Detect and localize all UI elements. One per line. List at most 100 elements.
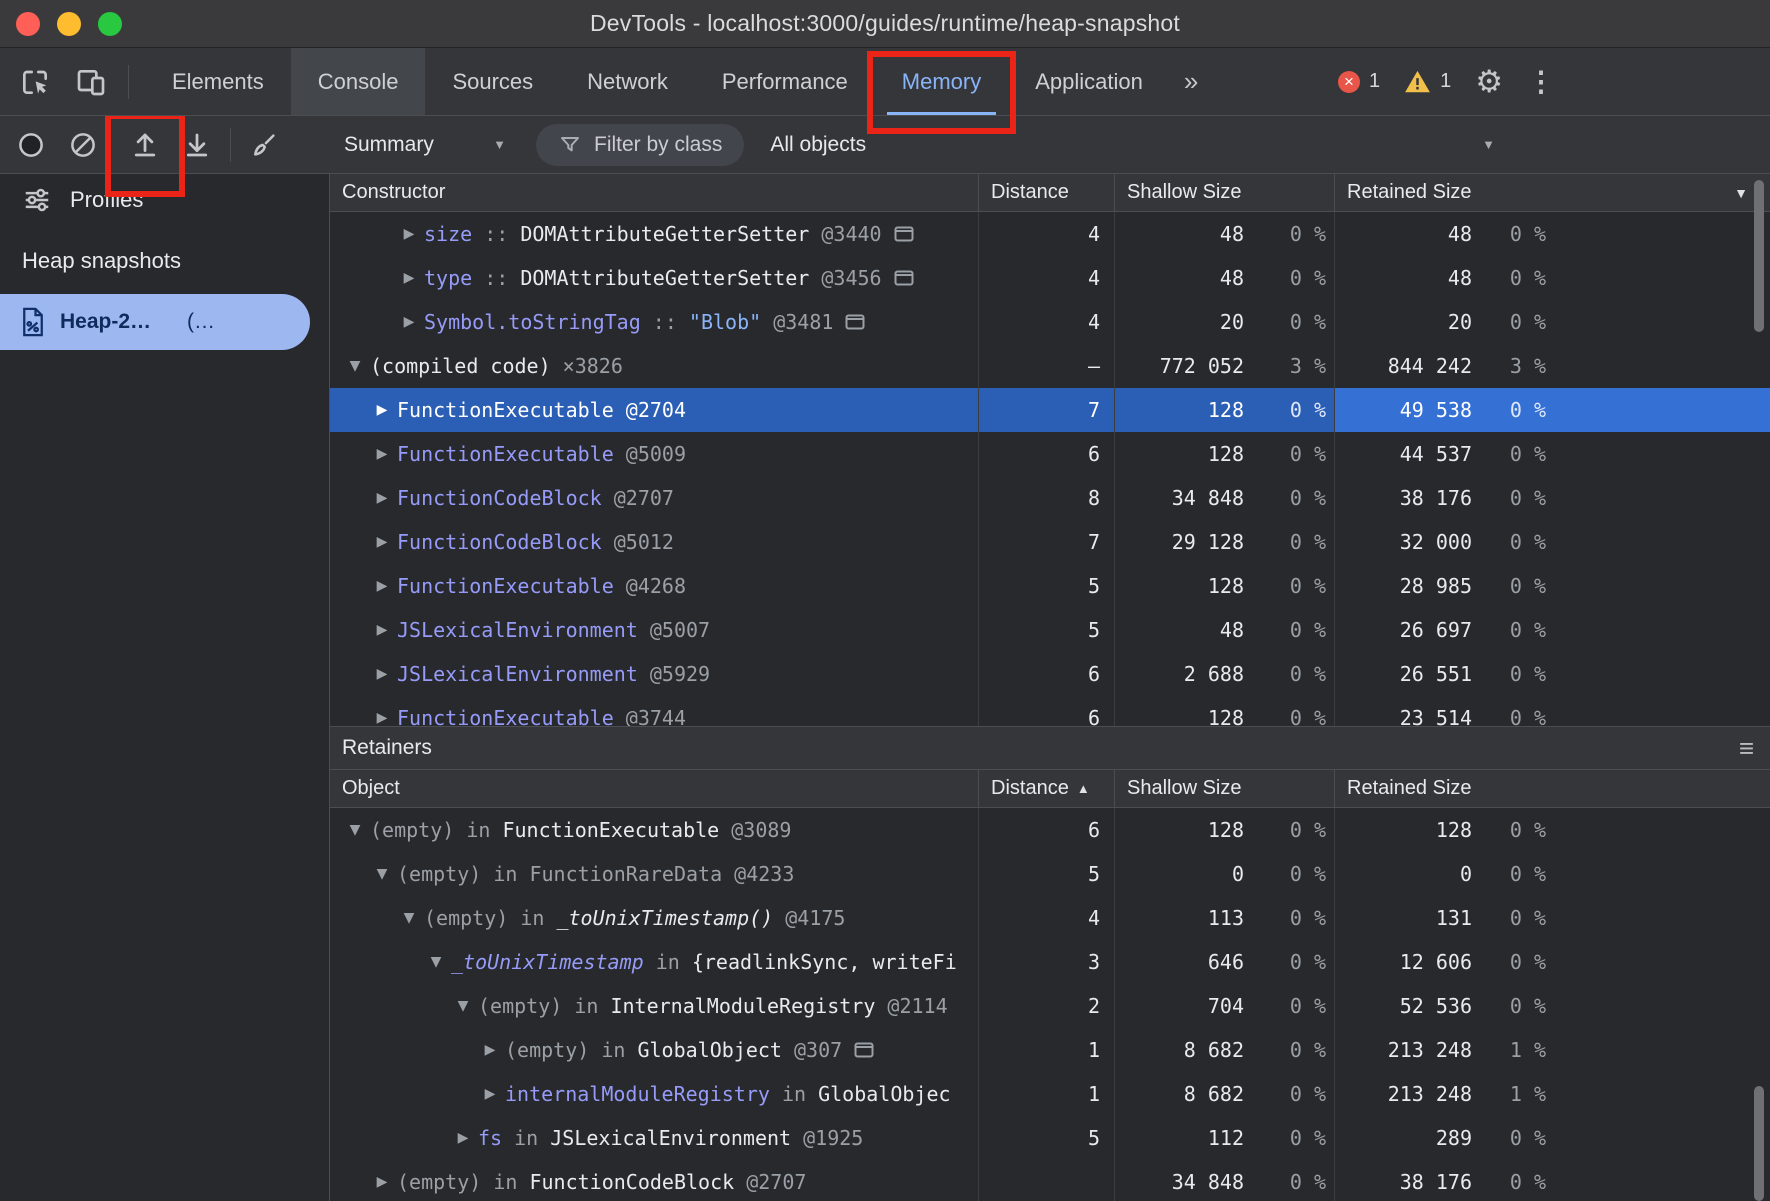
constructor-row[interactable]: ▶FunctionCodeBlock @2707834 8480 %38 176… <box>330 476 1770 520</box>
retained-size-value: 213 248 <box>1388 1082 1472 1106</box>
record-heap-snapshot-button[interactable] <box>8 122 54 168</box>
inspect-element-icon[interactable] <box>12 59 58 105</box>
filter-by-class-input[interactable]: Filter by class <box>536 124 744 166</box>
more-tabs-button[interactable]: » <box>1170 48 1212 115</box>
disclosure-collapsed-icon[interactable]: ▶ <box>394 226 424 242</box>
tab-performance[interactable]: Performance <box>695 48 875 115</box>
retainer-row[interactable]: ▼(empty) in InternalModuleRegistry @2114… <box>330 984 1770 1028</box>
clear-profiles-button[interactable] <box>60 122 106 168</box>
tab-network[interactable]: Network <box>560 48 695 115</box>
disclosure-collapsed-icon[interactable]: ▶ <box>367 490 397 506</box>
tab-console[interactable]: Console <box>291 48 426 115</box>
disclosure-collapsed-icon[interactable]: ▶ <box>367 402 397 418</box>
scrollbar-thumb[interactable] <box>1754 180 1764 332</box>
column-header-distance[interactable]: Distance ▲ <box>978 770 1114 807</box>
retained-size-value: 38 176 <box>1400 1170 1472 1194</box>
constructor-row[interactable]: ▶JSLexicalEnvironment @592962 6880 %26 5… <box>330 652 1770 696</box>
disclosure-collapsed-icon[interactable]: ▶ <box>448 1130 478 1146</box>
disclosure-expanded-icon[interactable]: ▼ <box>448 998 478 1014</box>
retainer-row[interactable]: ▶internalModuleRegistry in GlobalObjec18… <box>330 1072 1770 1116</box>
constructor-row[interactable]: ▶FunctionExecutable @270471280 %49 5380 … <box>330 388 1770 432</box>
column-header-constructor[interactable]: Constructor <box>330 174 978 211</box>
disclosure-collapsed-icon[interactable]: ▶ <box>367 534 397 550</box>
retained-size-percent: 0 % <box>1472 1126 1546 1150</box>
disclosure-collapsed-icon[interactable]: ▶ <box>475 1086 505 1102</box>
minimize-window-button[interactable] <box>57 12 81 36</box>
shallow-size-cell: 7040 % <box>1114 984 1334 1028</box>
column-header-retained-size[interactable]: Retained Size ▼ <box>1334 174 1770 211</box>
disclosure-collapsed-icon[interactable]: ▶ <box>367 578 397 594</box>
retainer-row[interactable]: ▶(empty) in FunctionCodeBlock @270734 84… <box>330 1160 1770 1201</box>
row-label: _toUnixTimestamp in {readlinkSync, write… <box>451 950 957 974</box>
disclosure-collapsed-icon[interactable]: ▶ <box>367 622 397 638</box>
retainer-row[interactable]: ▼(empty) in FunctionRareData @4233500 %0… <box>330 852 1770 896</box>
constructor-row[interactable]: ▶JSLexicalEnvironment @50075480 %26 6970… <box>330 608 1770 652</box>
disclosure-collapsed-icon[interactable]: ▶ <box>394 270 424 286</box>
reveal-frame-icon[interactable] <box>894 226 914 242</box>
disclosure-expanded-icon[interactable]: ▼ <box>340 822 370 838</box>
kebab-menu-icon[interactable]: ⋮ <box>1527 65 1555 98</box>
constructor-row[interactable]: ▶FunctionCodeBlock @5012729 1280 %32 000… <box>330 520 1770 564</box>
column-header-shallow-size[interactable]: Shallow Size <box>1114 770 1334 807</box>
hamburger-menu-icon[interactable]: ≡ <box>1739 733 1754 764</box>
disclosure-expanded-icon[interactable]: ▼ <box>367 866 397 882</box>
maximize-window-button[interactable] <box>98 12 122 36</box>
disclosure-expanded-icon[interactable]: ▼ <box>421 954 451 970</box>
retainer-row[interactable]: ▶(empty) in GlobalObject @30718 6820 %21… <box>330 1028 1770 1072</box>
column-header-retained-size[interactable]: Retained Size <box>1334 770 1770 807</box>
clean-garbage-icon[interactable] <box>241 122 287 168</box>
disclosure-collapsed-icon[interactable]: ▶ <box>367 666 397 682</box>
distance-value: 8 <box>1088 486 1100 510</box>
settings-gear-icon[interactable]: ⚙ <box>1475 64 1503 100</box>
distance-value: 6 <box>1088 818 1100 842</box>
all-objects-dropdown[interactable]: All objects ▼ <box>770 133 1770 157</box>
retained-size-cell: 213 2481 % <box>1334 1028 1770 1072</box>
constructor-row[interactable]: ▶FunctionExecutable @426851280 %28 9850 … <box>330 564 1770 608</box>
disclosure-collapsed-icon[interactable]: ▶ <box>394 314 424 330</box>
disclosure-collapsed-icon[interactable]: ▶ <box>367 446 397 462</box>
profiles-header[interactable]: Profiles <box>0 178 329 222</box>
column-header-shallow-size[interactable]: Shallow Size <box>1114 174 1334 211</box>
disclosure-collapsed-icon[interactable]: ▶ <box>367 1174 397 1190</box>
tree-node-cell: ▶fs in JSLexicalEnvironment @1925 <box>330 1116 978 1160</box>
disclosure-expanded-icon[interactable]: ▼ <box>340 358 370 374</box>
retainer-row[interactable]: ▼_toUnixTimestamp in {readlinkSync, writ… <box>330 940 1770 984</box>
error-badge[interactable]: × 1 <box>1338 70 1380 93</box>
tab-sources[interactable]: Sources <box>425 48 560 115</box>
close-window-button[interactable] <box>16 12 40 36</box>
disclosure-collapsed-icon[interactable]: ▶ <box>475 1042 505 1058</box>
shallow-size-cell: 34 8480 % <box>1114 1160 1334 1201</box>
reveal-frame-icon[interactable] <box>854 1042 874 1058</box>
load-profile-button[interactable] <box>122 122 168 168</box>
tab-application[interactable]: Application <box>1008 48 1170 115</box>
retained-size-value: 128 <box>1436 818 1472 842</box>
warning-badge[interactable]: 1 <box>1404 69 1451 94</box>
tab-elements[interactable]: Elements <box>145 48 291 115</box>
disclosure-collapsed-icon[interactable]: ▶ <box>367 710 397 726</box>
scrollbar-thumb[interactable] <box>1754 1086 1764 1201</box>
sliders-icon <box>22 185 52 215</box>
constructor-row[interactable]: ▶FunctionExecutable @374461280 %23 5140 … <box>330 696 1770 726</box>
shallow-size-value: 48 <box>1220 222 1244 246</box>
constructor-row[interactable]: ▶FunctionExecutable @500961280 %44 5370 … <box>330 432 1770 476</box>
save-profile-button[interactable] <box>174 122 220 168</box>
constructor-row[interactable]: ▶type :: DOMAttributeGetterSetter @34564… <box>330 256 1770 300</box>
heap-snapshot-item[interactable]: Heap-2… (… <box>0 294 310 350</box>
column-header-object[interactable]: Object <box>330 770 978 807</box>
tab-memory[interactable]: Memory <box>875 48 1008 115</box>
distance-cell: 5 <box>978 608 1114 652</box>
constructor-row[interactable]: ▼(compiled code) ×3826–772 0523 %844 242… <box>330 344 1770 388</box>
reveal-frame-icon[interactable] <box>894 270 914 286</box>
column-header-distance[interactable]: Distance <box>978 174 1114 211</box>
shallow-size-percent: 0 % <box>1244 1170 1326 1194</box>
reveal-frame-icon[interactable] <box>845 314 865 330</box>
retainer-row[interactable]: ▼(empty) in FunctionExecutable @30896128… <box>330 808 1770 852</box>
summary-dropdown[interactable]: Summary ▼ <box>330 133 520 157</box>
constructor-row[interactable]: ▶size :: DOMAttributeGetterSetter @34404… <box>330 212 1770 256</box>
retainer-row[interactable]: ▼(empty) in _toUnixTimestamp() @41754113… <box>330 896 1770 940</box>
tree-node-cell: ▼(empty) in FunctionRareData @4233 <box>330 852 978 896</box>
device-toolbar-icon[interactable] <box>68 59 114 105</box>
retainer-row[interactable]: ▶fs in JSLexicalEnvironment @192551120 %… <box>330 1116 1770 1160</box>
constructor-row[interactable]: ▶Symbol.toStringTag :: "Blob" @34814200 … <box>330 300 1770 344</box>
disclosure-expanded-icon[interactable]: ▼ <box>394 910 424 926</box>
